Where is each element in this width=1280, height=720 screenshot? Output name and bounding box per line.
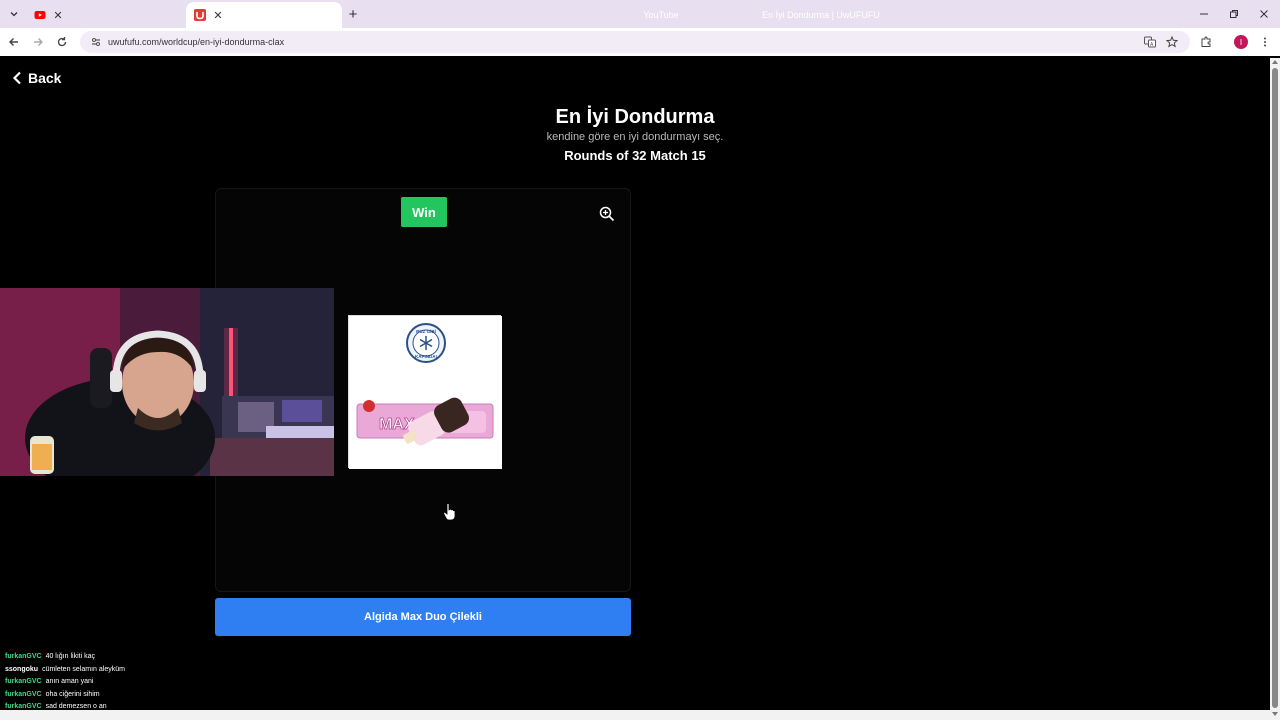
back-button[interactable]: Back <box>12 70 61 86</box>
arrow-right-icon <box>34 38 43 46</box>
minimize-button[interactable] <box>1194 4 1214 24</box>
chat-message: ssongoku cümleten selamın aleyküm <box>5 664 325 677</box>
browser-menu-button[interactable] <box>1255 32 1275 52</box>
tab-uwufufu[interactable]: En İyi Dondurma | UwUFUFU ✕ <box>186 2 880 28</box>
chevron-left-icon <box>12 71 21 85</box>
back-label: Back <box>28 70 62 86</box>
new-tab-button[interactable]: + <box>344 5 362 23</box>
ice-cream-product-illustration: BUZ GİBİ KAPINDA! MAX <box>349 316 502 469</box>
chat-username: furkanGVC <box>5 703 42 710</box>
puzzle-icon <box>1201 36 1211 47</box>
close-window-button[interactable] <box>1254 4 1274 24</box>
chat-username: furkanGVC <box>5 653 42 660</box>
chat-text: cümleten selamın aleyküm <box>42 665 125 673</box>
close-icon <box>1260 10 1268 18</box>
translate-button[interactable]: A <box>1140 32 1160 52</box>
bookmark-button[interactable] <box>1162 32 1182 52</box>
translate-icon: A <box>1144 36 1156 48</box>
scroll-down-arrow-icon[interactable] <box>1272 712 1278 716</box>
scroll-up-arrow-icon[interactable] <box>1272 60 1278 64</box>
page-title: En İyi Dondurma <box>555 106 715 128</box>
reload-button[interactable] <box>52 32 72 52</box>
tab-search-button[interactable] <box>4 4 24 24</box>
product-image: BUZ GİBİ KAPINDA! MAX <box>348 315 502 469</box>
chat-username: furkanGVC <box>5 678 42 685</box>
chat-text: sad demezsen o an <box>45 703 107 710</box>
chat-text: anın aman yani <box>45 678 94 685</box>
scrollbar-thumb[interactable] <box>1272 68 1278 708</box>
browser-toolbar: uwufufu.com/worldcup/en-iyi-dondurma-cla… <box>0 28 1280 56</box>
address-bar[interactable]: uwufufu.com/worldcup/en-iyi-dondurma-cla… <box>80 31 1190 53</box>
webcam-scene-illustration <box>0 288 334 476</box>
tab-strip: YouTube ✕ En İyi Dondurma | UwUFUFU ✕ + <box>0 0 1280 28</box>
zoom-in-icon[interactable] <box>599 206 615 222</box>
tab-youtube[interactable]: YouTube ✕ <box>26 2 679 28</box>
back-nav-button[interactable] <box>4 32 24 52</box>
page-subtitle: kendine göre en iyi dondurmayı seç. <box>546 131 724 143</box>
chat-text: 40 lığın likiti kaç <box>45 653 95 660</box>
chat-username: furkanGVC <box>5 690 42 698</box>
stream-chat: furkanGVC 40 lığın likiti kaç ssongoku cüm… <box>5 651 325 714</box>
extensions-button[interactable] <box>1196 32 1216 52</box>
round-info: Rounds of 32 Match 15 <box>564 148 706 163</box>
win-badge: Win <box>401 197 447 227</box>
star-icon <box>1166 36 1178 48</box>
site-info-icon <box>92 38 100 46</box>
hand-cursor-icon <box>443 503 455 521</box>
chat-message: furkanGVC oha ciğerini sihim <box>5 689 325 702</box>
badge-top-text: BUZ GİBİ <box>416 328 436 334</box>
webcam-overlay <box>0 288 334 476</box>
reload-icon <box>57 37 67 47</box>
url-text: uwufufu.com/worldcup/en-iyi-dondurma-cla… <box>108 37 285 47</box>
vertical-scrollbar[interactable] <box>1270 58 1280 720</box>
minimize-icon <box>1200 13 1208 15</box>
chat-message: furkanGVC anın aman yani <box>5 676 325 689</box>
chevron-down-icon <box>10 12 18 17</box>
chat-username: ssongoku <box>5 665 39 673</box>
chat-message: furkanGVC 40 lığın likiti kaç <box>5 651 325 664</box>
badge-bottom-text: KAPINDA! <box>415 354 438 359</box>
kebab-menu-icon <box>1264 37 1266 47</box>
forward-nav-button[interactable] <box>28 32 48 52</box>
horizontal-scrollbar[interactable] <box>0 710 1270 720</box>
profile-avatar[interactable]: I <box>1234 35 1248 49</box>
restore-button[interactable] <box>1224 4 1244 24</box>
restore-icon <box>1230 10 1238 18</box>
chat-text: oha ciğerini sihim <box>45 690 100 698</box>
choice-button[interactable]: Algida Max Duo Çilekli <box>215 598 631 636</box>
arrow-left-icon <box>9 38 18 46</box>
